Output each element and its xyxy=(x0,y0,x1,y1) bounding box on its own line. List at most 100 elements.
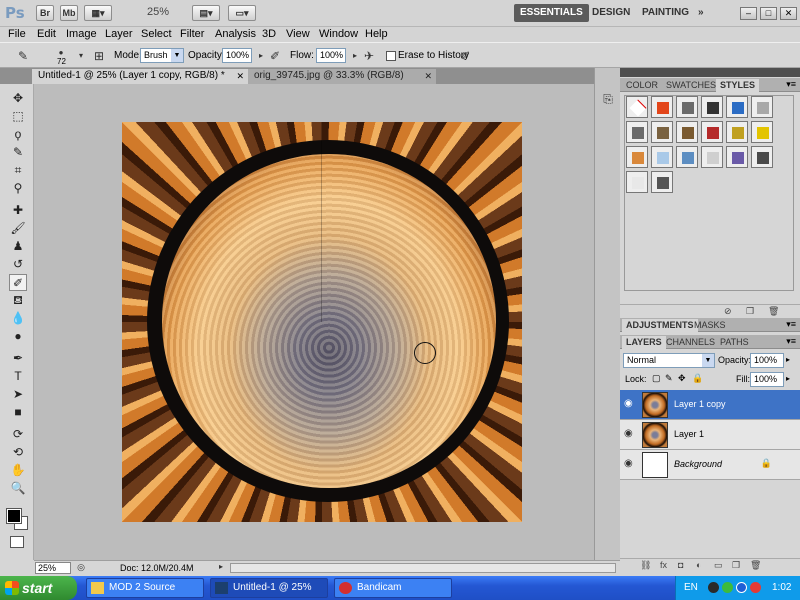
fill-input[interactable]: 100% xyxy=(750,372,784,387)
new-style-icon[interactable]: ❐ xyxy=(746,306,754,317)
quick-selection-tool-icon[interactable]: ✎ xyxy=(9,144,27,161)
panel-group-header[interactable] xyxy=(620,68,800,77)
tray-record-icon[interactable] xyxy=(750,582,761,593)
minimize-icon[interactable]: – xyxy=(740,7,757,20)
style-swatch[interactable] xyxy=(726,146,748,168)
panel-menu-icon[interactable]: ▾≡ xyxy=(786,336,796,347)
eraser-tool-icon[interactable]: ✐ xyxy=(9,274,27,291)
type-tool-icon[interactable]: T xyxy=(9,368,27,385)
close-tab-icon[interactable]: ✕ xyxy=(424,69,432,83)
lock-image-icon[interactable]: ✎ xyxy=(665,373,673,384)
new-layer-icon[interactable]: ❐ xyxy=(732,560,740,571)
paint-bucket-tool-icon[interactable]: ⛾ xyxy=(9,292,27,309)
style-swatch[interactable] xyxy=(626,121,648,143)
status-info-icon[interactable]: ◎ xyxy=(72,558,90,576)
style-swatch[interactable] xyxy=(701,96,723,118)
style-swatch[interactable] xyxy=(651,121,673,143)
zoom-tool-icon[interactable]: 🔍 xyxy=(9,480,27,497)
opacity-input[interactable]: 100% xyxy=(222,48,252,63)
menu-layer[interactable]: Layer xyxy=(105,28,133,40)
menu-edit[interactable]: Edit xyxy=(37,28,56,40)
clone-stamp-tool-icon[interactable]: ♟ xyxy=(9,238,27,255)
arrange-documents-icon[interactable]: ▤▾ xyxy=(192,5,220,21)
blur-tool-icon[interactable]: 💧 xyxy=(9,310,27,327)
layer-row-layer-1[interactable]: ◉ Layer 1 xyxy=(620,420,800,450)
document-canvas[interactable] xyxy=(122,122,522,522)
taskbar-item-photoshop[interactable]: Untitled-1 @ 25% (La... xyxy=(210,578,328,598)
hand-tool-icon[interactable]: ✋ xyxy=(9,462,27,479)
layer-opacity-input[interactable]: 100% xyxy=(750,353,784,368)
style-swatch[interactable] xyxy=(651,171,673,193)
status-zoom-input[interactable]: 25% xyxy=(35,562,71,574)
lasso-tool-icon[interactable]: ϙ xyxy=(9,126,27,143)
mode-select[interactable]: Brush ▼ xyxy=(140,48,184,63)
eye-icon[interactable]: ◉ xyxy=(624,398,633,409)
style-swatch[interactable] xyxy=(726,96,748,118)
3d-rotate-tool-icon[interactable]: ⟳ xyxy=(9,426,27,443)
screen-mode-icon[interactable]: ▭▾ xyxy=(228,5,256,21)
link-layers-icon[interactable]: ⛓ xyxy=(640,560,651,571)
menu-window[interactable]: Window xyxy=(319,28,358,40)
airbrush-icon[interactable]: ✈ xyxy=(360,47,378,65)
delete-style-icon[interactable]: 🗑 xyxy=(768,306,779,317)
group-layers-icon[interactable]: ▭ xyxy=(714,560,723,571)
history-panel-icon[interactable]: ⎘ xyxy=(599,90,617,108)
fill-arrow-icon[interactable]: ▸ xyxy=(786,374,790,383)
history-brush-tool-icon[interactable]: ↺ xyxy=(9,256,27,273)
style-swatch[interactable] xyxy=(626,171,648,193)
style-swatch[interactable] xyxy=(651,146,673,168)
eye-icon[interactable]: ◉ xyxy=(624,428,633,439)
tab-masks[interactable]: MASKS xyxy=(690,319,730,332)
brush-tool-icon[interactable]: 🖌 xyxy=(9,220,27,237)
brush-picker-arrow-icon[interactable]: ▾ xyxy=(72,47,90,65)
tab-channels[interactable]: CHANNELS xyxy=(662,336,719,349)
delete-layer-icon[interactable]: 🗑 xyxy=(750,560,761,571)
style-swatch[interactable] xyxy=(701,146,723,168)
workspace-essentials[interactable]: ESSENTIALS xyxy=(514,4,589,22)
menu-3d[interactable]: 3D xyxy=(262,28,276,40)
adjustment-layer-icon[interactable]: ◐ xyxy=(696,560,701,570)
maximize-icon[interactable]: □ xyxy=(760,7,777,20)
close-tab-icon[interactable]: ✕ xyxy=(236,69,244,83)
spot-healing-tool-icon[interactable]: ✚ xyxy=(9,202,27,219)
foreground-color-swatch[interactable] xyxy=(6,508,22,524)
blend-mode-select[interactable]: Normal ▼ xyxy=(623,353,715,368)
launch-minibridge-button[interactable]: Mb xyxy=(60,5,78,21)
flow-input[interactable]: 100% xyxy=(316,48,346,63)
tablet-pressure-opacity-icon[interactable]: ✐ xyxy=(266,47,284,65)
tab-orig-39745[interactable]: orig_39745.jpg @ 33.3% (RGB/8) ✕ xyxy=(248,69,436,84)
tab-paths[interactable]: PATHS xyxy=(716,336,753,349)
dodge-tool-icon[interactable]: ● xyxy=(9,328,27,345)
3d-orbit-tool-icon[interactable]: ⟲ xyxy=(9,444,27,461)
taskbar-item-mod2-source[interactable]: MOD 2 Source xyxy=(86,578,204,598)
layer-row-background[interactable]: ◉ Background 🔒 xyxy=(620,450,800,480)
more-workspaces-icon[interactable]: » xyxy=(692,4,710,22)
menu-file[interactable]: File xyxy=(8,28,26,40)
brush-panel-toggle-icon[interactable]: ⊞ xyxy=(90,47,108,65)
language-indicator[interactable]: EN xyxy=(684,582,698,593)
canvas-area[interactable] xyxy=(34,84,620,560)
layer-style-icon[interactable]: fx xyxy=(660,560,667,570)
tab-adjustments[interactable]: ADJUSTMENTS xyxy=(622,319,698,332)
menu-image[interactable]: Image xyxy=(66,28,97,40)
status-menu-arrow-icon[interactable]: ▸ xyxy=(212,558,230,576)
quick-mask-icon[interactable] xyxy=(10,536,24,548)
style-swatch[interactable] xyxy=(701,121,723,143)
style-swatch[interactable] xyxy=(751,96,773,118)
marquee-tool-icon[interactable]: ⬚ xyxy=(9,108,27,125)
clear-style-icon[interactable]: ⊘ xyxy=(724,306,732,317)
layer-opacity-arrow-icon[interactable]: ▸ xyxy=(786,355,790,364)
eraser-tool-preset-icon[interactable]: ✎ xyxy=(14,47,32,65)
view-extras-icon[interactable]: ▦▾ xyxy=(84,5,112,21)
add-mask-icon[interactable]: ◘ xyxy=(678,560,683,570)
layer-row-layer-1-copy[interactable]: ◉ Layer 1 copy xyxy=(620,390,800,420)
style-swatch[interactable] xyxy=(626,146,648,168)
tablet-pressure-size-icon[interactable]: ✐ xyxy=(456,47,474,65)
taskbar-item-bandicam[interactable]: Bandicam xyxy=(334,578,452,598)
lock-position-icon[interactable]: ✥ xyxy=(678,373,686,384)
tray-network-icon[interactable] xyxy=(722,582,733,593)
move-tool-icon[interactable]: ✥ xyxy=(9,90,27,107)
close-icon[interactable]: ✕ xyxy=(780,7,797,20)
erase-to-history-checkbox[interactable] xyxy=(386,51,396,61)
menu-view[interactable]: View xyxy=(286,28,310,40)
